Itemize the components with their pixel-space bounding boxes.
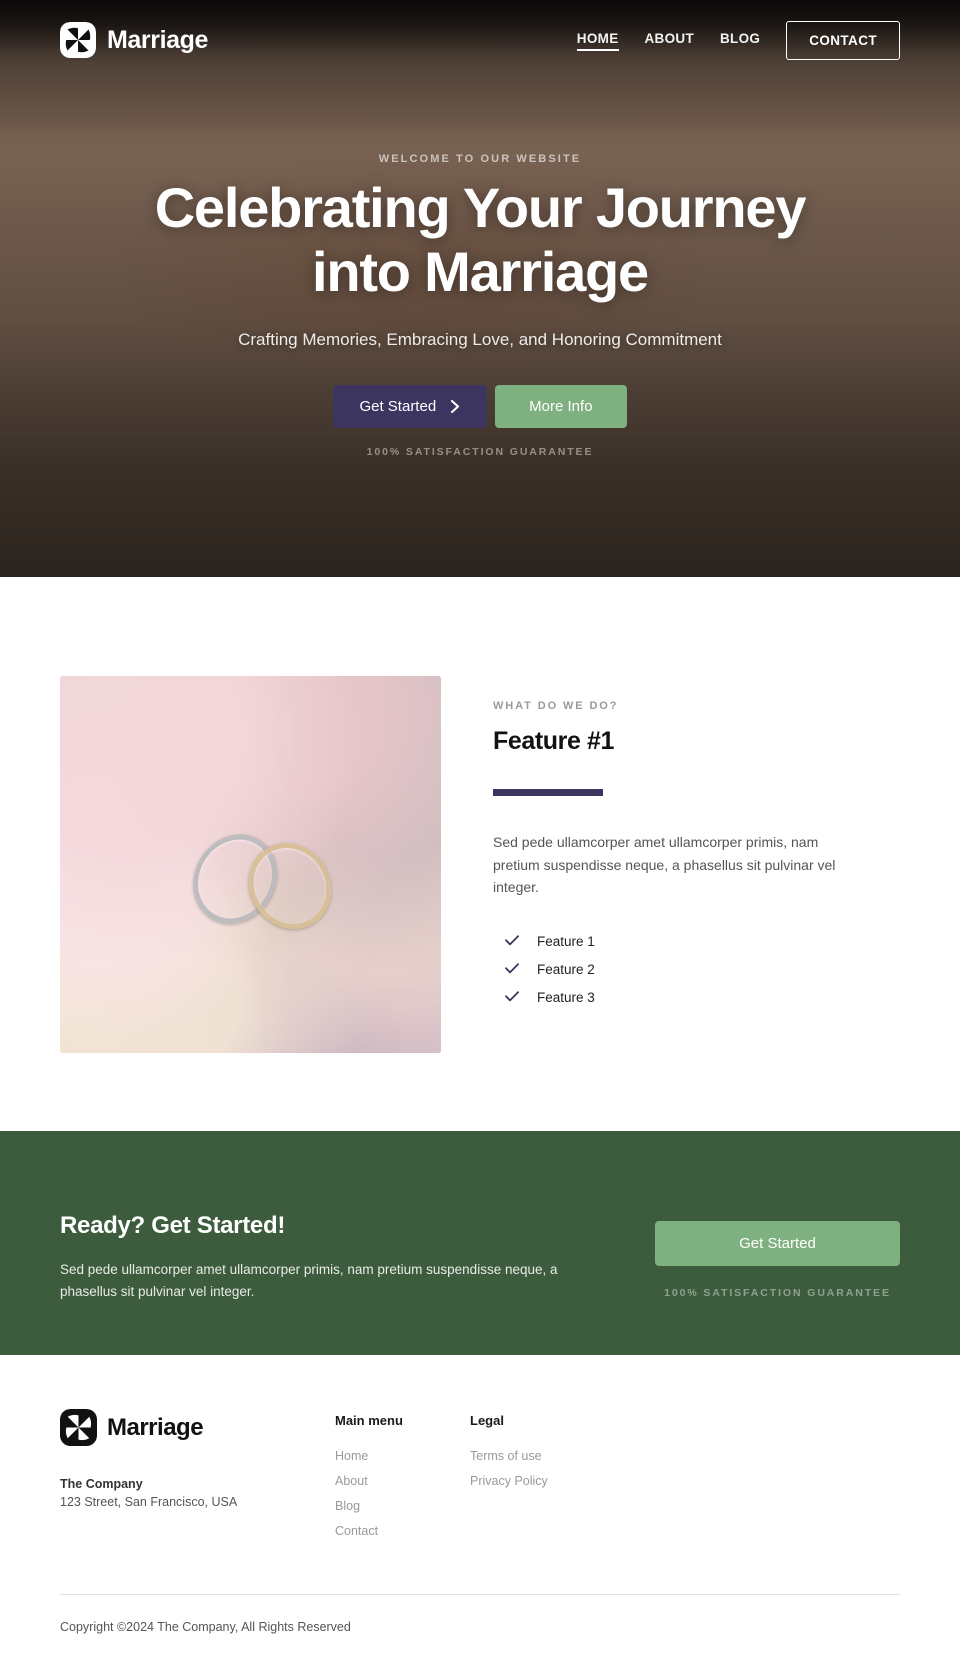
- hero-title: Celebrating Your Journey into Marriage: [154, 176, 807, 304]
- list-item-label: Feature 3: [537, 990, 595, 1006]
- feature-checklist: Feature 1 Feature 2 Feature 3: [493, 929, 900, 1013]
- nav-link-home[interactable]: HOME: [576, 31, 619, 51]
- cta-paragraph: Sed pede ullamcorper amet ullamcorper pr…: [60, 1262, 558, 1299]
- nav-link-about[interactable]: ABOUT: [645, 31, 695, 50]
- list-item-label: Feature 1: [537, 934, 595, 950]
- cta-title: Ready? Get Started!: [60, 1212, 286, 1239]
- footer-main-menu-column: Main menu Home About Blog Contact: [335, 1409, 470, 1538]
- list-item-label: Feature 2: [537, 962, 595, 978]
- feature-paragraph: Sed pede ullamcorper amet ullamcorper pr…: [493, 834, 836, 896]
- footer-address: 123 Street, San Francisco, USA: [60, 1495, 238, 1509]
- feature-eyebrow: WHAT DO WE DO?: [493, 700, 619, 712]
- feature-title: Feature #1: [493, 727, 615, 755]
- top-navigation-bar: Marriage HOME ABOUT BLOG CONTACT: [0, 0, 960, 80]
- pinwheel-logo-icon: [60, 1409, 97, 1446]
- footer-brand-column: Marriage The Company 123 Street, San Fra…: [60, 1409, 335, 1538]
- contact-button[interactable]: CONTACT: [786, 20, 900, 60]
- list-item: Feature 1: [505, 929, 900, 957]
- cta-get-started-button[interactable]: Get Started: [655, 1221, 900, 1266]
- footer-link-home[interactable]: Home: [335, 1449, 470, 1463]
- cta-section: Ready? Get Started! Sed pede ullamcorper…: [0, 1131, 960, 1355]
- nav-link-blog[interactable]: BLOG: [720, 31, 760, 50]
- feature-body: WHAT DO WE DO? Feature #1 Sed pede ullam…: [493, 676, 900, 1013]
- hero-subtitle: Crafting Memories, Embracing Love, and H…: [238, 329, 722, 349]
- check-icon: [505, 962, 519, 977]
- check-icon: [505, 990, 519, 1005]
- brand-name: Marriage: [107, 25, 209, 54]
- footer-brand-logo[interactable]: Marriage: [60, 1409, 335, 1446]
- nav-links: HOME ABOUT BLOG: [576, 31, 760, 51]
- feature-image: [60, 676, 441, 1053]
- footer-link-terms[interactable]: Terms of use: [470, 1449, 605, 1463]
- chevron-right-icon: [451, 399, 460, 413]
- hero-more-info-button[interactable]: More Info: [495, 384, 627, 428]
- check-icon: [505, 934, 519, 949]
- footer-brand-name: Marriage: [107, 1413, 204, 1441]
- footer-main-menu-title: Main menu: [335, 1413, 403, 1428]
- cta-guarantee-text: 100% SATISFACTION GUARANTEE: [664, 1287, 891, 1299]
- feature-divider-rule: [493, 789, 603, 796]
- brand-logo[interactable]: Marriage: [60, 22, 208, 58]
- feature-section: WHAT DO WE DO? Feature #1 Sed pede ullam…: [0, 577, 960, 1131]
- footer-link-privacy[interactable]: Privacy Policy: [470, 1474, 605, 1488]
- list-item: Feature 3: [505, 985, 900, 1013]
- footer-link-blog[interactable]: Blog: [335, 1499, 470, 1513]
- footer-copyright: Copyright ©2024 The Company, All Rights …: [60, 1620, 351, 1634]
- hero-get-started-button[interactable]: Get Started: [333, 384, 488, 428]
- footer-legal-column: Legal Terms of use Privacy Policy: [470, 1409, 605, 1538]
- footer-link-about[interactable]: About: [335, 1474, 470, 1488]
- footer-legal-title: Legal: [470, 1413, 504, 1428]
- hero-button-group: Get Started More Info: [0, 384, 960, 428]
- hero-eyebrow: WELCOME TO OUR WEBSITE: [378, 153, 582, 165]
- hero-section: Marriage HOME ABOUT BLOG CONTACT WELCOME…: [0, 0, 960, 577]
- footer: Marriage The Company 123 Street, San Fra…: [0, 1355, 960, 1672]
- list-item: Feature 2: [505, 957, 900, 985]
- pinwheel-logo-icon: [60, 22, 96, 58]
- footer-link-contact[interactable]: Contact: [335, 1524, 470, 1538]
- footer-company-label: The Company: [60, 1477, 143, 1491]
- hero-get-started-label: Get Started: [359, 397, 437, 415]
- hero-guarantee-text: 100% SATISFACTION GUARANTEE: [366, 445, 594, 458]
- cta-text-block: Ready? Get Started! Sed pede ullamcorper…: [60, 1183, 590, 1302]
- cta-action-block: Get Started 100% SATISFACTION GUARANTEE: [655, 1183, 900, 1299]
